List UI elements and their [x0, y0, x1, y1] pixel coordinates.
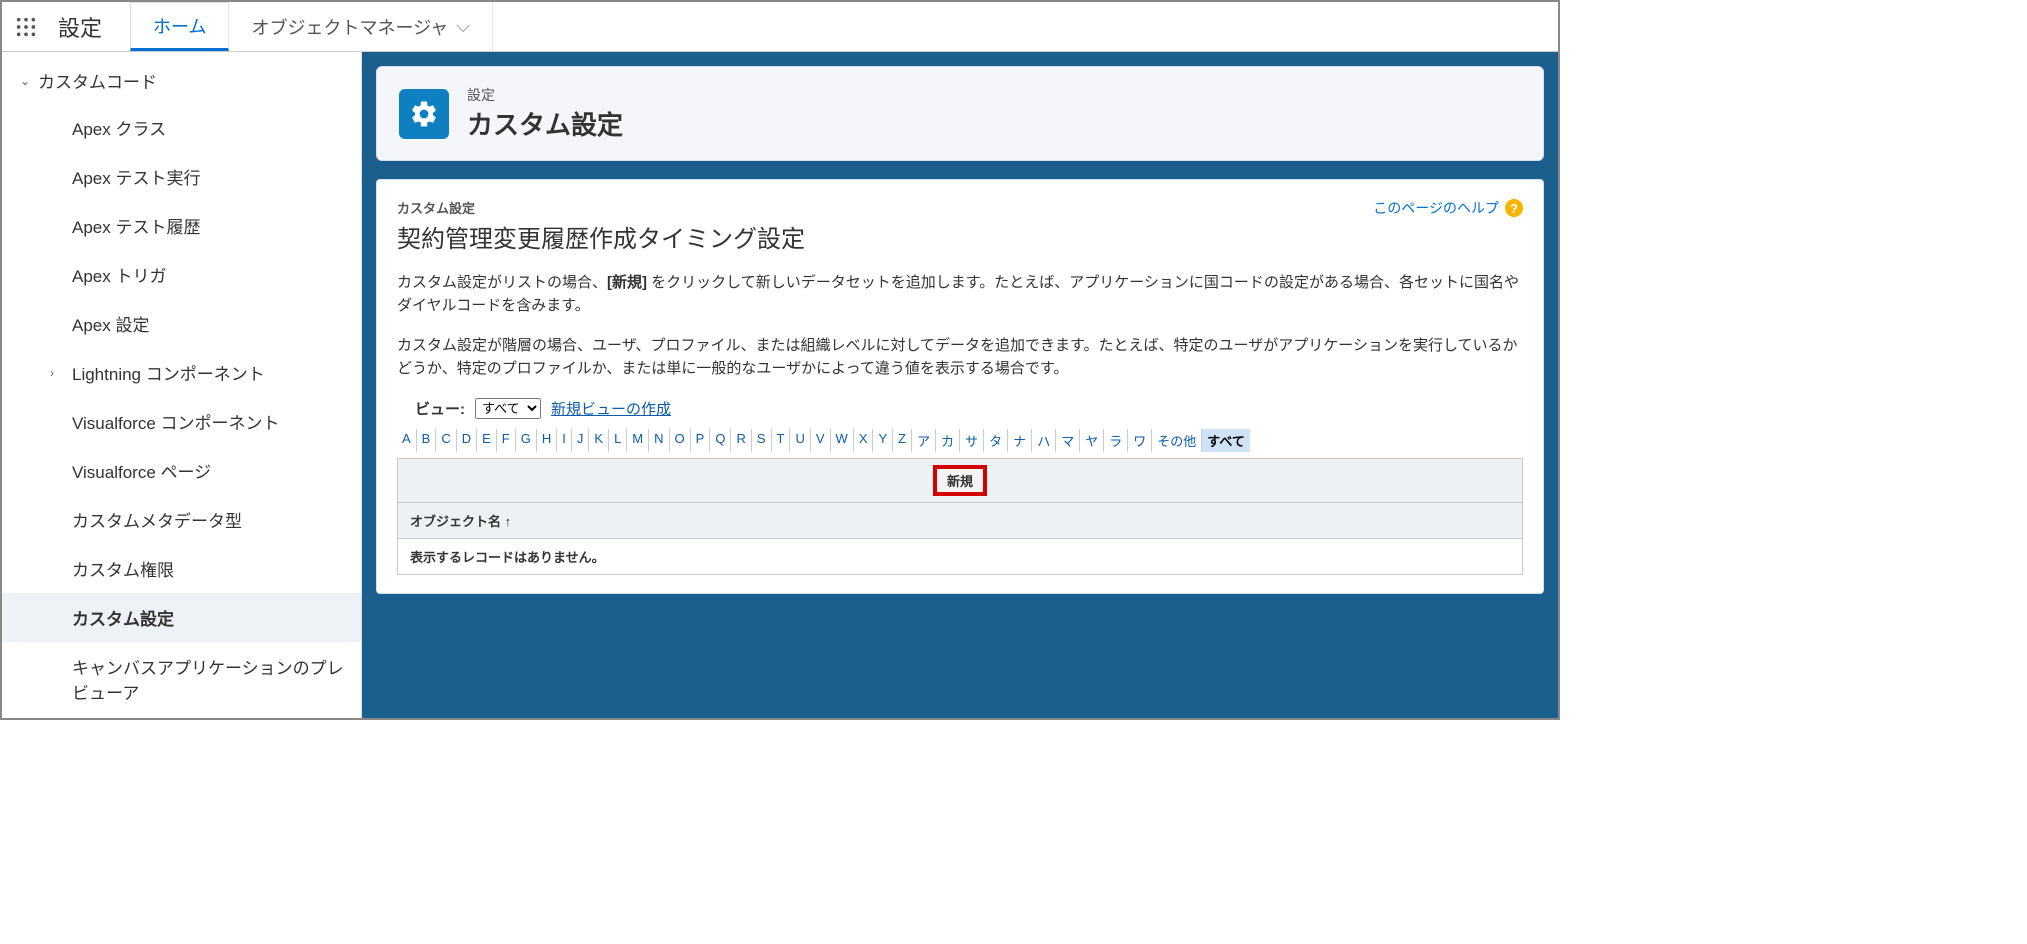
alpha-すべて[interactable]: すべて — [1202, 429, 1250, 452]
header-eyebrow: 設定 — [467, 85, 623, 105]
header-title: カスタム設定 — [467, 105, 623, 142]
new-button[interactable]: 新規 — [933, 465, 987, 496]
alpha-D[interactable]: D — [457, 429, 477, 452]
alpha-Q[interactable]: Q — [710, 429, 731, 452]
alpha-ヤ[interactable]: ヤ — [1080, 429, 1104, 452]
sidebar-item-apex-settings[interactable]: Apex 設定 — [2, 299, 361, 348]
alpha-ワ[interactable]: ワ — [1128, 429, 1152, 452]
alpha-filter: ABCDEFGHIJKLMNOPQRSTUVWXYZアカサタナハマヤラワその他す… — [397, 429, 1523, 452]
alpha-サ[interactable]: サ — [960, 429, 984, 452]
sidebar-item-custom-metadata[interactable]: カスタムメタデータ型 — [2, 495, 361, 544]
alpha-L[interactable]: L — [609, 429, 627, 452]
alpha-I[interactable]: I — [557, 429, 572, 452]
sidebar-item-visualforce-components[interactable]: Visualforce コンポーネント — [2, 397, 361, 446]
alpha-その他[interactable]: その他 — [1152, 429, 1202, 452]
view-controls: ビュー: すべて 新規ビューの作成 — [397, 398, 1523, 419]
alpha-C[interactable]: C — [436, 429, 456, 452]
sidebar-item-visualforce-pages[interactable]: Visualforce ページ — [2, 446, 361, 495]
chevron-down-icon: ⌵ — [456, 16, 470, 37]
alpha-R[interactable]: R — [731, 429, 751, 452]
alpha-T[interactable]: T — [772, 429, 791, 452]
alpha-カ[interactable]: カ — [936, 429, 960, 452]
view-label: ビュー: — [415, 398, 465, 419]
sidebar-item-lightning-components[interactable]: › Lightning コンポーネント — [2, 348, 361, 397]
alpha-S[interactable]: S — [752, 429, 772, 452]
chevron-right-icon: › — [50, 366, 68, 380]
alpha-F[interactable]: F — [497, 429, 516, 452]
alpha-J[interactable]: J — [572, 429, 590, 452]
help-icon: ? — [1505, 199, 1523, 217]
table-actions: 新規 — [398, 459, 1522, 503]
alpha-G[interactable]: G — [516, 429, 537, 452]
sidebar-item-apex-trigger[interactable]: Apex トリガ — [2, 250, 361, 299]
alpha-H[interactable]: H — [537, 429, 557, 452]
alpha-ハ[interactable]: ハ — [1032, 429, 1056, 452]
sidebar-item-apex-class[interactable]: Apex クラス — [2, 103, 361, 152]
alpha-Z[interactable]: Z — [893, 429, 912, 452]
help-link-label: このページのヘルプ — [1373, 198, 1499, 218]
alpha-ア[interactable]: ア — [912, 429, 936, 452]
alpha-A[interactable]: A — [397, 429, 417, 452]
alpha-N[interactable]: N — [649, 429, 669, 452]
sidebar-item-custom-settings[interactable]: カスタム設定 — [2, 593, 361, 642]
description-1: カスタム設定がリストの場合、[新規] をクリックして新しいデータセットを追加しま… — [397, 272, 1523, 317]
tab-home[interactable]: ホーム — [130, 2, 229, 51]
description-2: カスタム設定が階層の場合、ユーザ、プロファイル、または組織レベルに対してデータを… — [397, 335, 1523, 380]
alpha-タ[interactable]: タ — [984, 429, 1008, 452]
chevron-down-icon: ⌄ — [20, 74, 38, 88]
app-title: 設定 — [50, 11, 130, 43]
alpha-ラ[interactable]: ラ — [1104, 429, 1128, 452]
alpha-P[interactable]: P — [691, 429, 711, 452]
sidebar-item-label: Lightning コンポーネント — [72, 360, 265, 385]
sidebar-item-custom-permissions[interactable]: カスタム権限 — [2, 544, 361, 593]
empty-message: 表示するレコードはありません。 — [398, 539, 1522, 574]
alpha-M[interactable]: M — [627, 429, 649, 452]
column-header-object-name[interactable]: オブジェクト名 ↑ — [398, 503, 1522, 539]
content-card: このページのヘルプ ? カスタム設定 契約管理変更履歴作成タイミング設定 カスタ… — [376, 179, 1544, 594]
sidebar-group-custom-code[interactable]: ⌄ カスタムコード — [2, 58, 361, 103]
alpha-B[interactable]: B — [417, 429, 437, 452]
main-panel: 設定 カスタム設定 このページのヘルプ ? カスタム設定 契約管理変更履歴作成タ… — [362, 52, 1558, 718]
new-view-link[interactable]: 新規ビューの作成 — [551, 398, 671, 419]
gear-icon — [399, 89, 449, 139]
alpha-V[interactable]: V — [811, 429, 831, 452]
topbar: 設定 ホーム オブジェクトマネージャ ⌵ — [2, 2, 1558, 52]
sidebar-item-canvas-previewer[interactable]: キャンバスアプリケーションのプレビューア — [2, 642, 361, 716]
view-select[interactable]: すべて — [475, 398, 541, 419]
alpha-X[interactable]: X — [854, 429, 874, 452]
alpha-マ[interactable]: マ — [1056, 429, 1080, 452]
breadcrumb: カスタム設定 — [397, 198, 1523, 217]
help-link[interactable]: このページのヘルプ ? — [1373, 198, 1523, 218]
sidebar: ⌄ カスタムコード Apex クラス Apex テスト実行 Apex テスト履歴… — [2, 52, 362, 718]
app-launcher-icon[interactable] — [2, 3, 50, 51]
page-title: 契約管理変更履歴作成タイミング設定 — [397, 219, 1523, 254]
tab-object-manager-label: オブジェクトマネージャ — [251, 14, 448, 40]
sidebar-group-label: カスタムコード — [38, 68, 157, 93]
sidebar-item-apex-test-run[interactable]: Apex テスト実行 — [2, 152, 361, 201]
alpha-U[interactable]: U — [790, 429, 810, 452]
alpha-K[interactable]: K — [589, 429, 609, 452]
tab-home-label: ホーム — [153, 13, 206, 39]
alpha-ナ[interactable]: ナ — [1008, 429, 1032, 452]
list-table: 新規 オブジェクト名 ↑ 表示するレコードはありません。 — [397, 458, 1523, 575]
alpha-W[interactable]: W — [831, 429, 854, 452]
sidebar-item-apex-test-history[interactable]: Apex テスト履歴 — [2, 201, 361, 250]
page-header: 設定 カスタム設定 — [376, 66, 1544, 161]
alpha-E[interactable]: E — [477, 429, 497, 452]
alpha-O[interactable]: O — [670, 429, 691, 452]
tab-object-manager[interactable]: オブジェクトマネージャ ⌵ — [229, 2, 492, 51]
alpha-Y[interactable]: Y — [873, 429, 893, 452]
